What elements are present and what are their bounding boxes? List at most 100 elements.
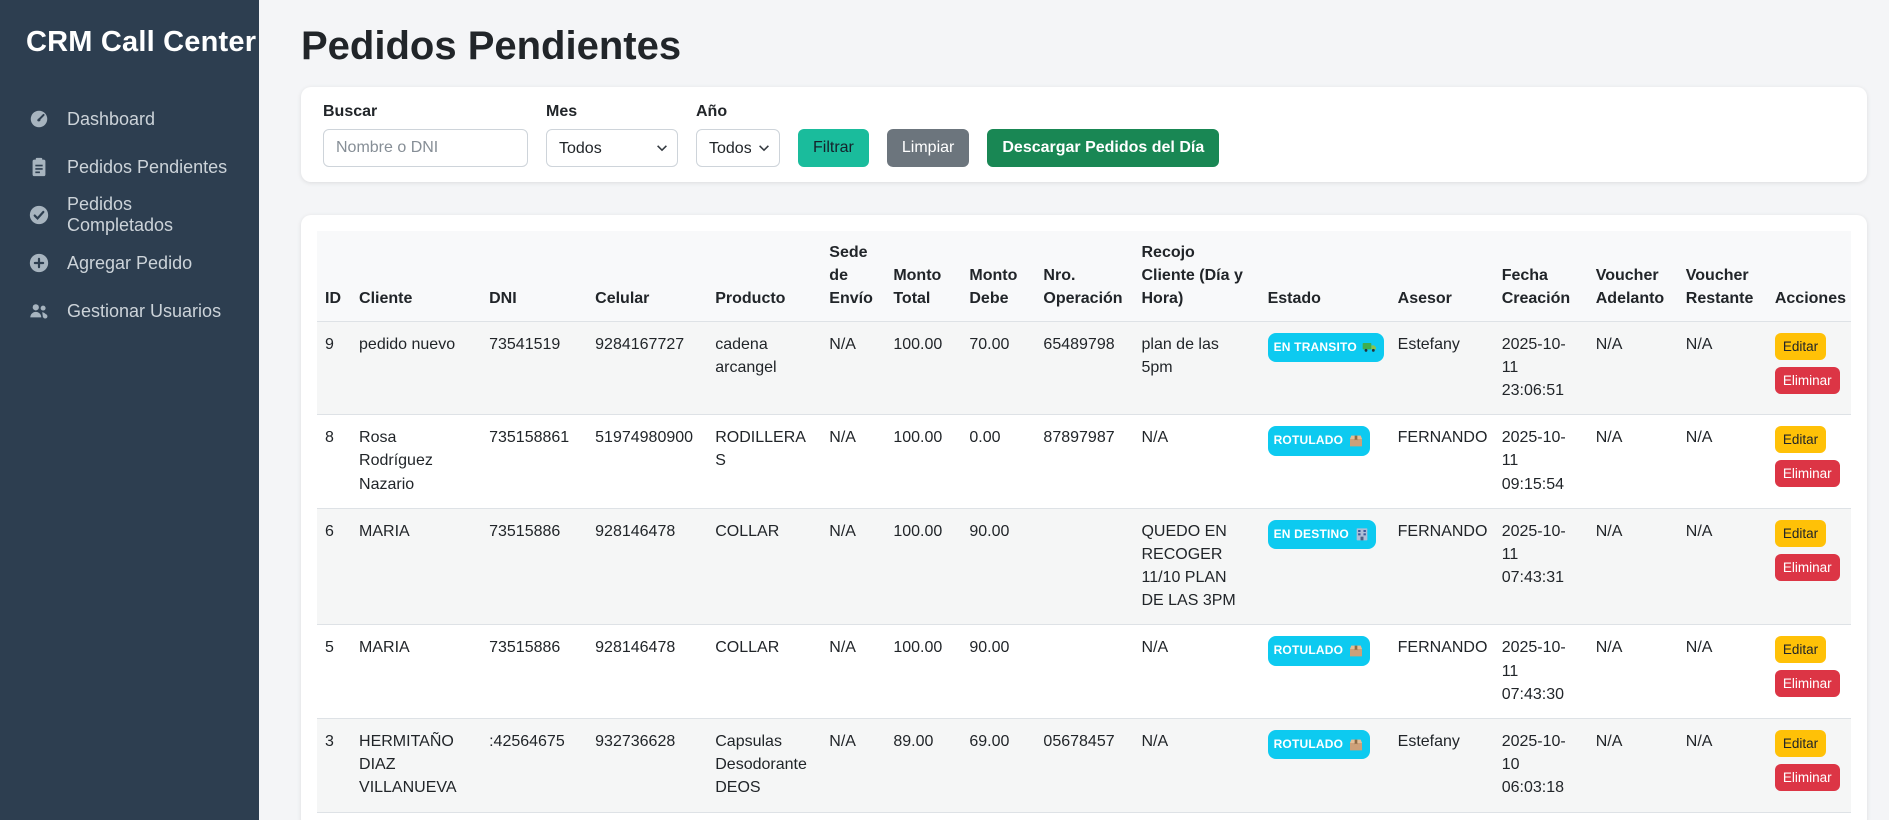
status-label: EN DESTINO [1274, 526, 1349, 543]
edit-button[interactable]: Editar [1775, 333, 1826, 360]
cell-id: 9 [317, 321, 351, 415]
sidebar-item-pedidos-completados[interactable]: Pedidos Completados [0, 191, 259, 239]
month-field: Mes Todos [546, 103, 678, 167]
column-header: Celular [587, 231, 707, 321]
cell-asesor: FERNANDO [1390, 508, 1494, 625]
cell-monto-total: 100.00 [885, 508, 961, 625]
cell-id: 5 [317, 625, 351, 719]
clipboard-icon [28, 156, 50, 178]
cell-celular: 928146478 [587, 625, 707, 719]
cell-asesor: FERNANDO [1390, 415, 1494, 509]
cell-cliente: Rosa Rodríguez Nazario [351, 415, 481, 509]
truck-icon [1362, 339, 1378, 355]
cell-sede-envio: N/A [821, 719, 885, 813]
cell-producto: COLLAR [707, 508, 821, 625]
cell-fecha-creacion: 2025-10-10 06:03:18 [1494, 719, 1588, 813]
cell-sede-envio: N/A [821, 625, 885, 719]
column-header: ID [317, 231, 351, 321]
sidebar-item-gestionar-usuarios[interactable]: Gestionar Usuarios [0, 287, 259, 335]
cell-voucher-restante: N/A [1678, 625, 1767, 719]
edit-button[interactable]: Editar [1775, 520, 1826, 547]
table-row: 6 MARIA 73515886 928146478 COLLAR N/A 10… [317, 508, 1851, 625]
download-day-orders-button[interactable]: Descargar Pedidos del Día [987, 129, 1219, 167]
filter-button[interactable]: Filtrar [798, 129, 869, 167]
delete-button[interactable]: Eliminar [1775, 764, 1840, 791]
app-root: CRM Call Center DashboardPedidos Pendien… [0, 0, 1889, 820]
filter-card: Buscar Mes Todos Año Todos [301, 87, 1867, 182]
cell-estado: EN TRANSITO [1260, 321, 1390, 415]
cell-producto: RODILLERAS [707, 415, 821, 509]
table-row: 8 Rosa Rodríguez Nazario 735158861 51974… [317, 415, 1851, 509]
cell-voucher-adelanto: N/A [1588, 415, 1678, 509]
cell-dni: :42564675 [481, 719, 587, 813]
check-circle-icon [28, 204, 50, 226]
year-select[interactable]: Todos [696, 129, 780, 167]
column-header: Acciones [1767, 231, 1851, 321]
sidebar-item-pedidos-pendientes[interactable]: Pedidos Pendientes [0, 143, 259, 191]
cell-estado: ROTULADO [1260, 415, 1390, 509]
cell-sede-envio: N/A [821, 321, 885, 415]
cell-voucher-restante: N/A [1678, 321, 1767, 415]
cell-celular: 51974980900 [587, 415, 707, 509]
column-header: Estado [1260, 231, 1390, 321]
orders-table-head-row: IDClienteDNICelularProductoSede de Envío… [317, 231, 1851, 321]
status-label: ROTULADO [1274, 736, 1344, 753]
cell-voucher-adelanto: N/A [1588, 625, 1678, 719]
cell-asesor: Estefany [1390, 719, 1494, 813]
cell-acciones: Editar Eliminar [1767, 321, 1851, 415]
cell-nro-operacion: 87897987 [1035, 415, 1133, 509]
delete-button[interactable]: Eliminar [1775, 554, 1840, 581]
sidebar-item-agregar-pedido[interactable]: Agregar Pedido [0, 239, 259, 287]
search-input[interactable] [323, 129, 528, 167]
column-header: Voucher Restante [1678, 231, 1767, 321]
cell-monto-debe: 0.00 [961, 415, 1035, 509]
cell-acciones: Editar Eliminar [1767, 719, 1851, 813]
cell-dni: 735158861 [481, 415, 587, 509]
delete-button[interactable]: Eliminar [1775, 460, 1840, 487]
cell-recojo-cliente: QUEDO EN RECOGER 11/10 PLAN DE LAS 3PM [1133, 508, 1259, 625]
cell-fecha-creacion: 2025-10-11 09:15:54 [1494, 415, 1588, 509]
sidebar-item-label: Gestionar Usuarios [67, 301, 221, 322]
cell-celular: 928146478 [587, 508, 707, 625]
cell-cliente: pedido nuevo [351, 321, 481, 415]
cell-sede-envio: N/A [821, 415, 885, 509]
cell-monto-debe: 90.00 [961, 508, 1035, 625]
status-badge: ROTULADO [1268, 636, 1371, 665]
delete-button[interactable]: Eliminar [1775, 670, 1840, 697]
month-select[interactable]: Todos [546, 129, 678, 167]
orders-table: IDClienteDNICelularProductoSede de Envío… [317, 231, 1851, 813]
cell-monto-total: 100.00 [885, 415, 961, 509]
delete-button[interactable]: Eliminar [1775, 367, 1840, 394]
building-icon [1354, 526, 1370, 542]
cell-cliente: MARIA [351, 508, 481, 625]
plus-circle-icon [28, 252, 50, 274]
clear-button[interactable]: Limpiar [887, 129, 969, 167]
cell-estado: EN DESTINO [1260, 508, 1390, 625]
column-header: Asesor [1390, 231, 1494, 321]
cell-voucher-adelanto: N/A [1588, 508, 1678, 625]
year-field: Año Todos [696, 103, 780, 167]
cell-estado: ROTULADO [1260, 625, 1390, 719]
cell-producto: Capsulas Desodorante DEOS [707, 719, 821, 813]
main-content: Pedidos Pendientes Buscar Mes Todos Año … [259, 0, 1889, 820]
cell-celular: 9284167727 [587, 321, 707, 415]
status-badge: EN TRANSITO [1268, 333, 1384, 362]
sidebar-item-dashboard[interactable]: Dashboard [0, 95, 259, 143]
page-title: Pedidos Pendientes [301, 24, 1867, 69]
status-label: ROTULADO [1274, 642, 1344, 659]
column-header: Voucher Adelanto [1588, 231, 1678, 321]
edit-button[interactable]: Editar [1775, 730, 1826, 757]
gauge-icon [28, 108, 50, 130]
cell-cliente: MARIA [351, 625, 481, 719]
cell-acciones: Editar Eliminar [1767, 625, 1851, 719]
sidebar: CRM Call Center DashboardPedidos Pendien… [0, 0, 259, 820]
year-label: Año [696, 103, 780, 121]
edit-button[interactable]: Editar [1775, 636, 1826, 663]
cell-dni: 73515886 [481, 508, 587, 625]
status-badge: ROTULADO [1268, 730, 1371, 759]
cell-id: 3 [317, 719, 351, 813]
sidebar-nav: DashboardPedidos PendientesPedidos Compl… [0, 95, 259, 335]
orders-table-body: 9 pedido nuevo 73541519 9284167727 caden… [317, 321, 1851, 812]
cell-celular: 932736628 [587, 719, 707, 813]
edit-button[interactable]: Editar [1775, 426, 1826, 453]
